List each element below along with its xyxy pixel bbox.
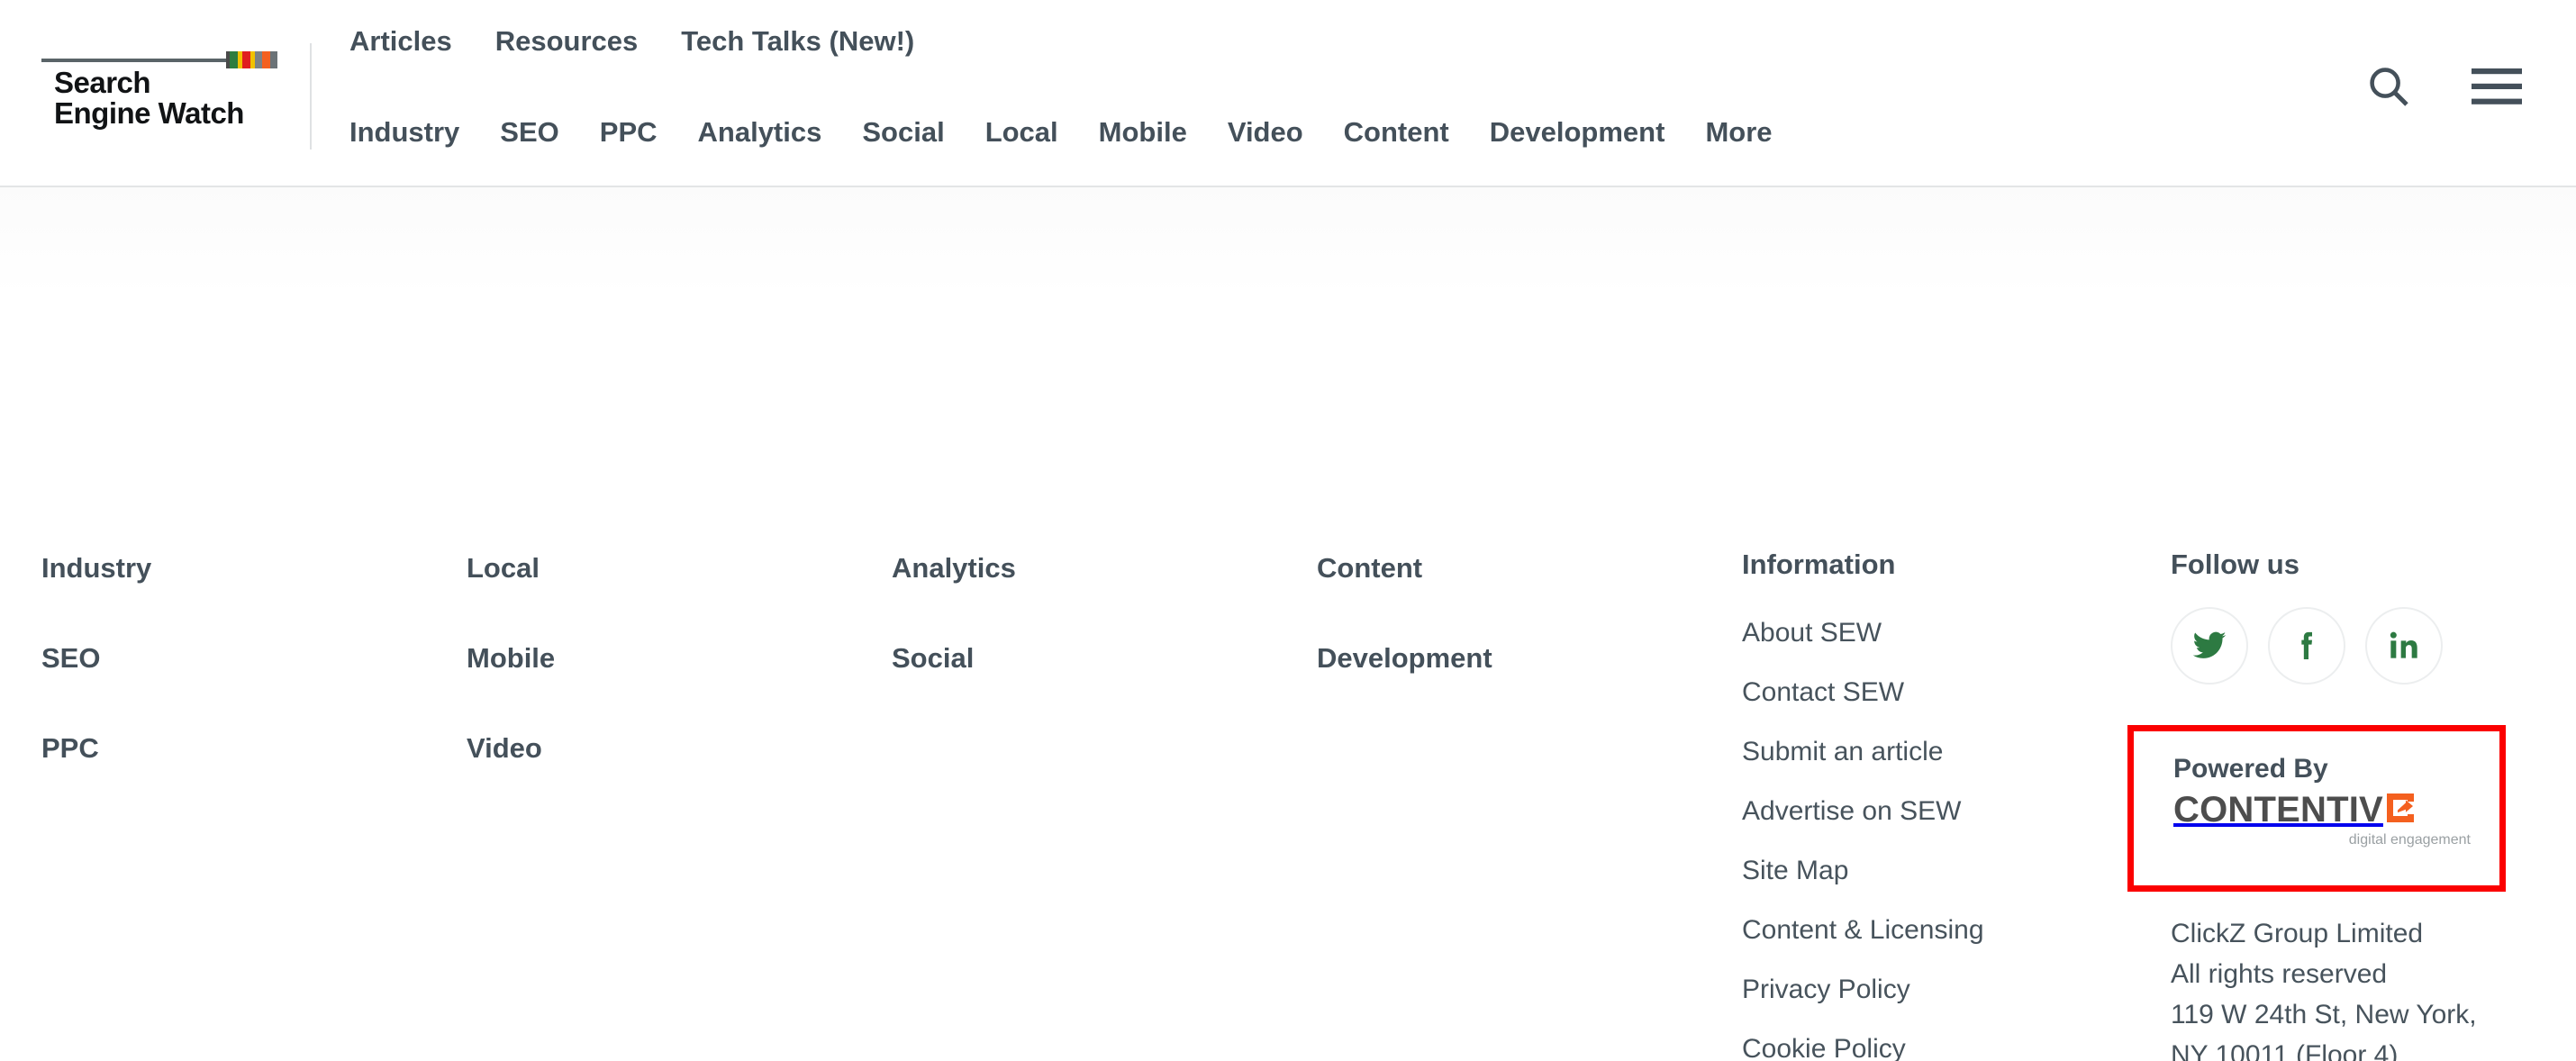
nav-item-content[interactable]: Content [1344,115,1449,150]
footer-link-local[interactable]: Local [467,551,845,585]
secondary-navigation: Industry SEO PPC Analytics Social Local … [349,115,1773,150]
site-header: Search Engine Watch Articles Resources T… [0,0,2576,187]
footer-link-privacy-policy[interactable]: Privacy Policy [1742,960,2138,1020]
nav-item-seo[interactable]: SEO [500,115,558,150]
search-button[interactable] [2365,63,2412,110]
follow-us-heading: Follow us [2171,549,2299,580]
nav-item-social[interactable]: Social [862,115,944,150]
information-heading: Information [1742,549,1896,580]
primary-navigation: Articles Resources Tech Talks (New!) [349,24,914,59]
nav-item-more[interactable]: More [1705,115,1772,150]
footer-link-analytics[interactable]: Analytics [892,551,1270,585]
header-tools [2365,63,2522,110]
contentive-arrow-icon [2386,793,2414,822]
footer-link-social[interactable]: Social [892,641,1270,676]
nav-item-ppc[interactable]: PPC [600,115,658,150]
facebook-link[interactable] [2268,607,2345,685]
footer-link-cookie-policy[interactable]: Cookie Policy [1742,1020,2138,1061]
footer-column-follow-us: Follow us [2171,548,2549,685]
nav-item-resources[interactable]: Resources [495,24,639,59]
twitter-icon [2192,631,2227,658]
footer-column-categories-1: Industry SEO PPC [41,551,420,821]
footer-link-content[interactable]: Content [1317,551,1695,585]
nav-item-tech-talks[interactable]: Tech Talks (New!) [681,24,914,59]
footer-column-information: Information About SEW Contact SEW Submit… [1742,548,2138,1061]
address-line-2: All rights reserved [2171,959,2388,989]
social-links [2171,607,2549,685]
address-line-4: NY 10011 (Floor 4) [2171,1040,2399,1061]
nav-item-industry[interactable]: Industry [349,115,459,150]
contentive-wordmark: CONTENTIV [2173,790,2383,830]
footer-link-content-and-licensing[interactable]: Content & Licensing [1742,901,2138,960]
address-line-1: ClickZ Group Limited [2171,919,2424,948]
footer-link-site-map[interactable]: Site Map [1742,841,2138,901]
site-footer: Industry SEO PPC Local Mobile Video Anal… [0,187,2576,1061]
footer-column-categories-3: Analytics Social [892,551,1270,731]
nav-item-local[interactable]: Local [985,115,1058,150]
footer-link-industry[interactable]: Industry [41,551,420,585]
nav-item-development[interactable]: Development [1490,115,1665,150]
footer-link-advertise-on-sew[interactable]: Advertise on SEW [1742,782,2138,841]
twitter-link[interactable] [2171,607,2248,685]
logo-wordmark: Search Engine Watch [54,68,244,129]
linkedin-link[interactable] [2365,607,2443,685]
powered-by-highlight-box: Powered By CONTENTIV digital engagement [2127,725,2506,892]
logo-color-swatches [226,51,277,68]
nav-item-articles[interactable]: Articles [349,24,452,59]
contentive-logo-link[interactable]: CONTENTIV [2173,791,2499,829]
powered-by-label: Powered By [2173,754,2328,784]
logo-wordmark-line-1: Search [54,66,151,99]
site-logo[interactable]: Search Engine Watch [41,50,277,140]
footer-link-seo[interactable]: SEO [41,641,420,676]
company-address: ClickZ Group Limited All rights reserved… [2171,913,2558,1061]
nav-item-mobile[interactable]: Mobile [1099,115,1187,150]
footer-link-video[interactable]: Video [467,731,845,766]
footer-link-development[interactable]: Development [1317,641,1695,676]
hamburger-menu-icon [2472,68,2522,104]
linkedin-icon [2390,631,2417,658]
contentive-tagline: digital engagement [2348,832,2471,848]
menu-button[interactable] [2472,67,2522,106]
header-divider [310,43,312,150]
logo-wordmark-line-2: Engine Watch [54,96,244,130]
footer-link-about-sew[interactable]: About SEW [1742,603,2138,663]
contentive-e-mark [2385,792,2416,824]
footer-column-categories-4: Content Development [1317,551,1695,731]
nav-item-analytics[interactable]: Analytics [698,115,822,150]
search-icon [2370,68,2408,106]
footer-column-categories-2: Local Mobile Video [467,551,845,821]
footer-link-ppc[interactable]: PPC [41,731,420,766]
footer-link-contact-sew[interactable]: Contact SEW [1742,663,2138,722]
address-line-3: 119 W 24th St, New York, [2171,1000,2477,1029]
nav-item-video[interactable]: Video [1228,115,1303,150]
footer-link-mobile[interactable]: Mobile [467,641,845,676]
footer-link-submit-an-article[interactable]: Submit an article [1742,722,2138,782]
facebook-icon [2301,631,2312,659]
